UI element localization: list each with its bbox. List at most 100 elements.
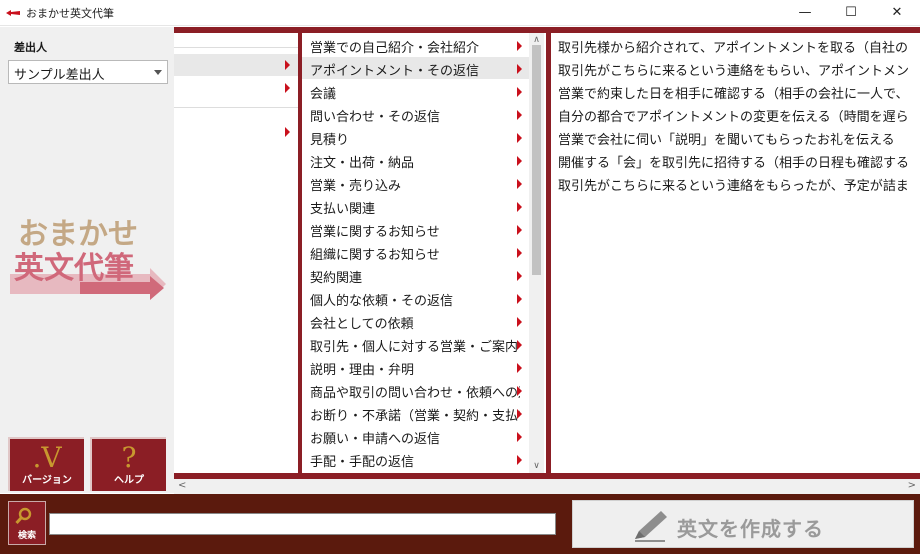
search-button-label: 検索: [17, 531, 36, 541]
pen-icon: [635, 511, 667, 542]
subcategory-item-label: 説明・理由・弁明: [310, 363, 415, 378]
template-item[interactable]: 開催する「会」を取引先に招待する（相手の日程も確認する: [558, 152, 909, 171]
subcategory-item[interactable]: 支払い関連: [302, 195, 530, 217]
subcategory-item-label: 注文・出荷・納品: [310, 156, 415, 171]
search-button[interactable]: 検索: [8, 501, 46, 545]
subcategory-item[interactable]: 問い合わせ・その返信: [302, 103, 530, 125]
submenu-arrow-icon: [517, 271, 522, 281]
scroll-left-icon[interactable]: <: [178, 480, 186, 491]
title-bar: おまかせ英文代筆 — ☐ ✕: [0, 0, 920, 26]
subcategory-item-label: アポイントメント・その返信: [310, 64, 480, 79]
template-item[interactable]: 取引先がこちらに来るという連絡をもらい、アポイントメン: [558, 60, 909, 79]
category-list[interactable]: [174, 33, 298, 473]
create-english-label: 英文を作成する: [677, 517, 824, 541]
logo-line2: 英文代筆: [14, 251, 134, 286]
submenu-arrow-icon: [285, 60, 290, 70]
subcategory-item[interactable]: アポイントメント・その返信: [302, 57, 530, 79]
submenu-arrow-icon: [517, 409, 522, 419]
subcategory-item-label: 取引先・個人に対する営業・ご案内: [310, 340, 519, 355]
version-button-label: バージョン: [22, 475, 72, 486]
horizontal-scrollbar[interactable]: < >: [174, 479, 920, 494]
subcategory-item-label: 見積り: [310, 133, 350, 148]
subcategory-item[interactable]: 手配・手配の返信: [302, 448, 530, 470]
submenu-arrow-icon: [285, 83, 290, 93]
subcategory-item-label: 営業での自己紹介・会社紹介: [310, 41, 480, 56]
subcategory-item[interactable]: 取引先・個人に対する営業・ご案内: [302, 333, 530, 355]
subcategory-item-label: 商品や取引の問い合わせ・依頼への返: [310, 386, 520, 401]
submenu-arrow-icon: [517, 317, 522, 327]
search-input[interactable]: [49, 513, 556, 535]
subcategory-item[interactable]: お断り・不承諾（営業・契約・支払い: [302, 402, 530, 424]
help-button-label: ヘルプ: [114, 475, 144, 486]
subcategory-item-label: 個人的な依頼・その返信: [310, 294, 454, 309]
subcategory-item[interactable]: 営業に関するお知らせ: [302, 218, 530, 240]
sender-dropdown-value: サンプル差出人: [14, 68, 105, 83]
help-button[interactable]: ? ヘルプ: [90, 437, 166, 491]
template-item[interactable]: 取引先がこちらに来るという連絡をもらったが、予定が詰ま: [558, 175, 909, 194]
subcategory-item-label: 営業・売り込み: [310, 179, 402, 194]
submenu-arrow-icon: [517, 179, 522, 189]
app-logo-icon: [6, 10, 20, 16]
subcategory-item[interactable]: 契約関連: [302, 264, 530, 286]
submenu-arrow-icon: [517, 41, 522, 51]
version-button[interactable]: .V バージョン: [8, 437, 84, 491]
scroll-up-icon[interactable]: ∧: [529, 35, 544, 45]
subcategory-item[interactable]: お願い・申請への返信: [302, 425, 530, 447]
submenu-arrow-icon: [517, 432, 522, 442]
subcategory-item[interactable]: 会議: [302, 80, 530, 102]
subcategory-item-label: 問い合わせ・その返信: [310, 110, 441, 125]
window-title: おまかせ英文代筆: [26, 7, 114, 20]
sender-dropdown[interactable]: サンプル差出人: [8, 60, 168, 84]
subcategory-item[interactable]: 説明・理由・弁明: [302, 356, 530, 378]
subcategory-item[interactable]: 個人的な依頼・その返信: [302, 287, 530, 309]
list-divider: [174, 107, 298, 108]
subcategory-item[interactable]: 商品や取引の問い合わせ・依頼への返: [302, 379, 530, 401]
template-item[interactable]: 自分の都合でアポイントメントの変更を伝える（時間を遅ら: [558, 106, 909, 125]
template-item[interactable]: 営業で会社に伺い「説明」を聞いてもらったお礼を伝える: [558, 129, 895, 148]
submenu-arrow-icon: [517, 225, 522, 235]
help-icon: ?: [121, 441, 137, 474]
subcategory-item[interactable]: 営業・売り込み: [302, 172, 530, 194]
submenu-arrow-icon: [517, 294, 522, 304]
sidebar: 差出人 サンプル差出人 おまかせ 英文代筆 .V バージョン ? ヘルプ: [0, 27, 174, 493]
subcategory-item[interactable]: 組織に関するお知らせ: [302, 241, 530, 263]
submenu-arrow-icon: [517, 64, 522, 74]
submenu-arrow-icon: [517, 133, 522, 143]
submenu-arrow-icon: [517, 363, 522, 373]
subcategory-item-label: 営業に関するお知らせ: [310, 225, 440, 240]
subcategory-scrollbar[interactable]: ∧ ∨: [529, 33, 544, 473]
scroll-down-icon[interactable]: ∨: [529, 461, 544, 471]
subcategory-item-label: 会議: [310, 87, 337, 102]
maximize-button[interactable]: ☐: [828, 0, 874, 26]
subcategory-list[interactable]: 営業での自己紹介・会社紹介 アポイントメント・その返信 会議問い合わせ・その返信 見積…: [302, 33, 546, 473]
scrollbar-thumb[interactable]: [532, 45, 541, 275]
subcategory-item[interactable]: 注文・出荷・納品: [302, 149, 530, 171]
template-item[interactable]: 取引先様から紹介されて、アポイントメントを取る（自社の: [558, 37, 908, 56]
version-icon: .V: [32, 441, 62, 474]
subcategory-item-label: 組織に関するお知らせ: [310, 248, 440, 263]
scroll-right-icon[interactable]: >: [908, 480, 916, 491]
minimize-button[interactable]: —: [782, 0, 828, 26]
subcategory-item-label: お断り・不承諾（営業・契約・支払い: [310, 409, 520, 424]
close-button[interactable]: ✕: [874, 0, 920, 26]
subcategory-item-label: 支払い関連: [310, 202, 376, 217]
submenu-arrow-icon: [517, 455, 522, 465]
category-item-selected[interactable]: [174, 54, 298, 76]
submenu-arrow-icon: [517, 386, 522, 396]
search-icon: [15, 507, 32, 525]
template-list[interactable]: 取引先様から紹介されて、アポイントメントを取る（自社の 取引先がこちらに来るという…: [551, 33, 920, 473]
sender-label: 差出人: [14, 41, 47, 54]
logo-line1: おまかせ: [18, 217, 138, 252]
submenu-arrow-icon: [285, 127, 290, 137]
subcategory-item[interactable]: 会社としての依頼: [302, 310, 530, 332]
submenu-arrow-icon: [517, 202, 522, 212]
subcategory-item[interactable]: 見積り: [302, 126, 530, 148]
submenu-arrow-icon: [517, 156, 522, 166]
app-logo: おまかせ 英文代筆: [10, 217, 166, 300]
create-english-button[interactable]: 英文を作成する: [572, 500, 914, 548]
bottom-bar: 検索 英文を作成する: [0, 494, 920, 554]
chevron-down-icon: [154, 70, 162, 75]
template-item[interactable]: 営業で約束した日を相手に確認する（相手の会社に一人で、: [558, 83, 908, 102]
submenu-arrow-icon: [517, 340, 522, 350]
subcategory-item[interactable]: 営業での自己紹介・会社紹介: [302, 34, 530, 56]
